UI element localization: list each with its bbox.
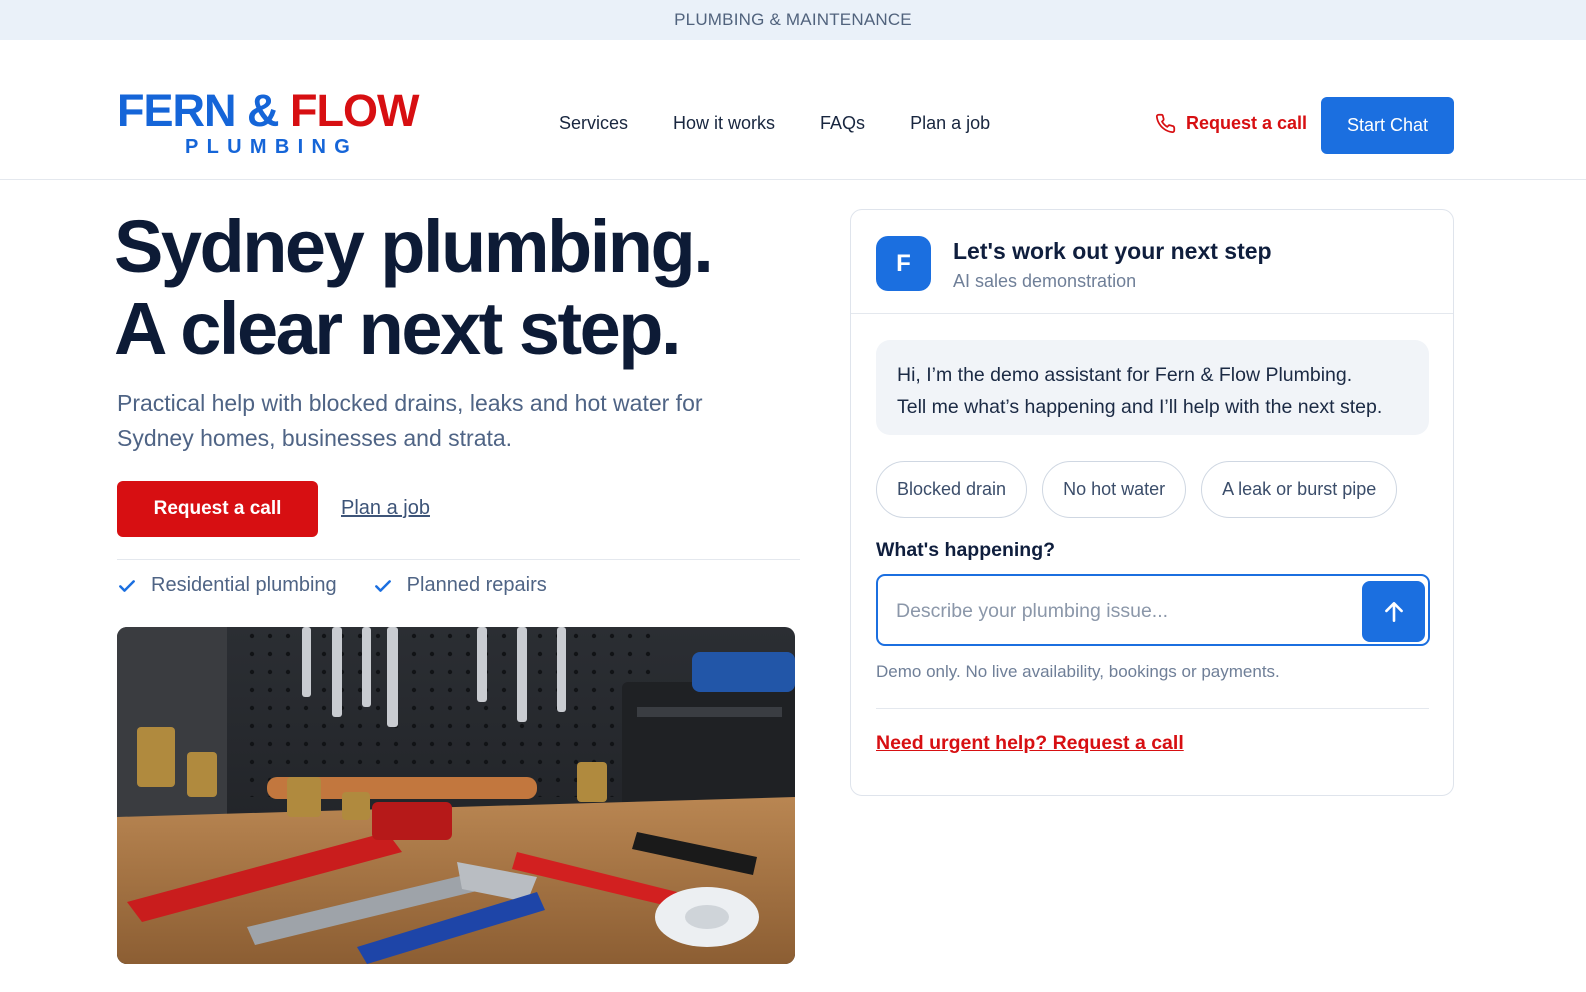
issue-input-box — [876, 574, 1430, 646]
chat-title: Let's work out your next step — [953, 238, 1272, 264]
feature-label: Planned repairs — [406, 574, 547, 596]
logo-name-part1: FERN & — [117, 85, 279, 136]
arrow-up-icon — [1384, 601, 1403, 622]
announcement-text: PLUMBING & MAINTENANCE — [674, 10, 912, 29]
chat-widget: F Let's work out your next step AI sales… — [850, 209, 1454, 796]
urgent-help-link[interactable]: Need urgent help? Request a call — [876, 732, 1184, 755]
demo-disclaimer: Demo only. No live availability, booking… — [876, 662, 1280, 681]
issue-input[interactable] — [896, 594, 1336, 628]
chat-header: F Let's work out your next step AI sales… — [851, 210, 1453, 314]
logo-tagline: PLUMBING — [185, 136, 359, 158]
feature-checklist: Residential plumbing Planned repairs — [117, 574, 583, 597]
hero-title: Sydney plumbing. A clear next step. — [114, 205, 714, 370]
assistant-message-line1: Hi, I’m the demo assistant for Fern & Fl… — [897, 364, 1353, 386]
header-request-call-link[interactable]: Request a call — [1155, 113, 1307, 134]
tools-illustration — [117, 627, 795, 964]
site-header: FERN & FLOW PLUMBING Services How it wor… — [0, 40, 1586, 180]
chat-subtitle: AI sales demonstration — [953, 271, 1137, 291]
assistant-message-line2: Tell me what’s happening and I’ll help w… — [897, 396, 1383, 418]
main-nav: Services How it works FAQs Plan a job — [559, 113, 1035, 134]
feature-item: Residential plumbing — [117, 574, 337, 597]
nav-item-services[interactable]: Services — [559, 113, 628, 134]
plumbing-tools-photo — [117, 627, 795, 964]
brand-logo[interactable]: FERN & FLOW PLUMBING — [117, 88, 429, 159]
check-icon — [374, 579, 391, 592]
hero-title-line1: Sydney plumbing. — [114, 205, 714, 288]
issue-question-label: What's happening? — [876, 539, 1056, 561]
feature-item: Planned repairs — [373, 574, 547, 597]
nav-item-faqs[interactable]: FAQs — [820, 113, 865, 134]
check-icon — [119, 579, 135, 592]
chat-divider — [876, 708, 1429, 709]
nav-item-plan-a-job[interactable]: Plan a job — [910, 113, 990, 134]
chip-no-hot-water[interactable]: No hot water — [1042, 461, 1187, 518]
logo-name-part2: FLOW — [290, 85, 419, 136]
quick-reply-chips: Blocked drain No hot water A leak or bur… — [876, 461, 1412, 518]
hero-subtitle: Practical help with blocked drains, leak… — [117, 390, 703, 451]
feature-label: Residential plumbing — [151, 574, 337, 596]
hero-request-call-button[interactable]: Request a call — [117, 481, 318, 537]
announcement-bar: PLUMBING & MAINTENANCE — [0, 0, 1586, 40]
hero-title-line2: A clear next step. — [114, 287, 682, 370]
hero-plan-job-link[interactable]: Plan a job — [341, 497, 430, 520]
chip-leak-burst-pipe[interactable]: A leak or burst pipe — [1201, 461, 1398, 518]
assistant-avatar: F — [876, 236, 931, 291]
chip-blocked-drain[interactable]: Blocked drain — [876, 461, 1028, 518]
header-request-call-label: Request a call — [1186, 113, 1308, 133]
nav-item-how-it-works[interactable]: How it works — [673, 113, 775, 134]
send-button[interactable] — [1362, 581, 1425, 642]
start-chat-button[interactable]: Start Chat — [1321, 97, 1454, 154]
assistant-message: Hi, I’m the demo assistant for Fern & Fl… — [876, 340, 1429, 435]
phone-icon — [1155, 113, 1176, 134]
hero-divider — [117, 559, 800, 560]
logo-wordmark: FERN & FLOW — [117, 88, 429, 134]
